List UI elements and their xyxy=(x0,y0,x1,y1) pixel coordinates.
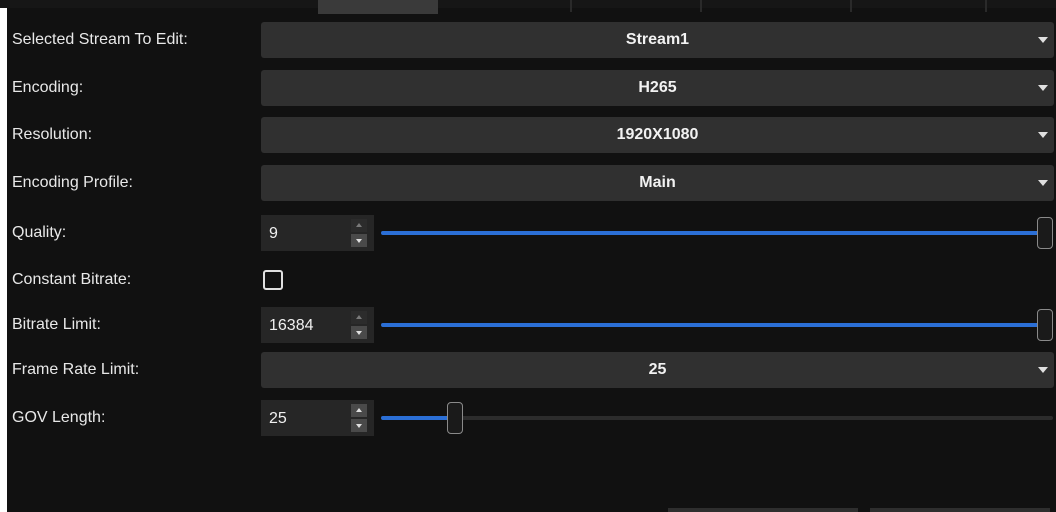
chevron-down-icon xyxy=(1038,367,1048,373)
slider-fill xyxy=(381,323,1045,327)
slider-fill xyxy=(381,416,455,420)
profile-value: Main xyxy=(639,174,676,191)
gov-spin-buttons xyxy=(351,404,367,432)
slider-thumb[interactable] xyxy=(1037,309,1053,341)
slider-fill xyxy=(381,231,1045,235)
quality-spinbox[interactable]: 9 xyxy=(261,215,374,251)
bitrate-value: 16384 xyxy=(269,317,314,334)
gov-spinbox[interactable]: 25 xyxy=(261,400,374,436)
spin-down-icon[interactable] xyxy=(351,419,367,432)
spin-up-icon[interactable] xyxy=(351,219,367,232)
encoding-row: Encoding: H265 xyxy=(7,68,1056,108)
quality-label: Quality: xyxy=(12,224,67,241)
stream-row: Selected Stream To Edit: Stream1 xyxy=(7,20,1056,60)
stream-label: Selected Stream To Edit: xyxy=(12,31,188,48)
gov-label: GOV Length: xyxy=(12,409,106,426)
chevron-down-icon xyxy=(1038,37,1048,43)
stream-dropdown[interactable]: Stream1 xyxy=(261,22,1054,58)
profile-row: Encoding Profile: Main xyxy=(7,163,1056,203)
profile-label: Encoding Profile: xyxy=(12,174,133,191)
encoding-value: H265 xyxy=(638,79,677,96)
bitrate-spinbox[interactable]: 16384 xyxy=(261,307,374,343)
window-edge xyxy=(0,0,7,512)
bitrate-slider[interactable] xyxy=(381,307,1053,343)
framerate-label: Frame Rate Limit: xyxy=(12,361,140,378)
quality-value: 9 xyxy=(269,225,278,242)
gov-slider[interactable] xyxy=(381,400,1053,436)
slider-thumb[interactable] xyxy=(447,402,463,434)
cbr-label: Constant Bitrate: xyxy=(12,271,132,288)
encoding-dropdown[interactable]: H265 xyxy=(261,70,1054,106)
top-bar xyxy=(0,0,1056,8)
resolution-value: 1920X1080 xyxy=(616,126,699,143)
framerate-row: Frame Rate Limit: 25 xyxy=(7,350,1056,390)
spin-down-icon[interactable] xyxy=(351,326,367,339)
quality-row: Quality: 9 xyxy=(7,213,1056,253)
bitrate-spin-buttons xyxy=(351,311,367,339)
slider-thumb[interactable] xyxy=(1037,217,1053,249)
bitrate-label: Bitrate Limit: xyxy=(12,316,101,333)
top-tab[interactable] xyxy=(318,0,438,14)
gov-value: 25 xyxy=(269,410,287,427)
framerate-value: 25 xyxy=(648,361,667,378)
encoding-label: Encoding: xyxy=(12,79,84,96)
resolution-row: Resolution: 1920X1080 xyxy=(7,115,1056,155)
stream-value: Stream1 xyxy=(625,31,690,48)
resolution-label: Resolution: xyxy=(12,126,93,143)
cbr-checkbox[interactable] xyxy=(263,270,283,290)
chevron-down-icon xyxy=(1038,132,1048,138)
cbr-row: Constant Bitrate: xyxy=(7,260,1056,300)
spin-up-icon[interactable] xyxy=(351,404,367,417)
gov-row: GOV Length: 25 xyxy=(7,398,1056,438)
chevron-down-icon xyxy=(1038,180,1048,186)
spin-down-icon[interactable] xyxy=(351,234,367,247)
quality-spin-buttons xyxy=(351,219,367,247)
bitrate-row: Bitrate Limit: 16384 xyxy=(7,305,1056,345)
resolution-dropdown[interactable]: 1920X1080 xyxy=(261,117,1054,153)
framerate-dropdown[interactable]: 25 xyxy=(261,352,1054,388)
quality-slider[interactable] xyxy=(381,215,1053,251)
slider-track xyxy=(381,416,1053,420)
spin-up-icon[interactable] xyxy=(351,311,367,324)
profile-dropdown[interactable]: Main xyxy=(261,165,1054,201)
chevron-down-icon xyxy=(1038,85,1048,91)
stream-settings-panel: Selected Stream To Edit: Stream1 Encodin… xyxy=(7,14,1056,512)
